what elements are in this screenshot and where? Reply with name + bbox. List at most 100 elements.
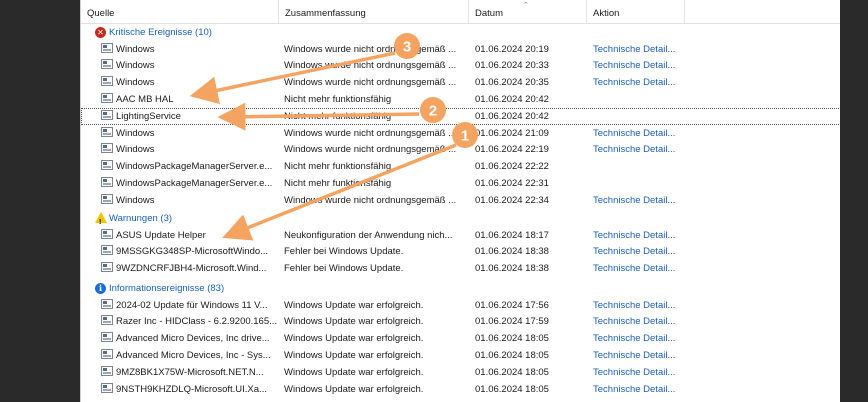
row-date: 01.06.2024 18:05 <box>475 333 549 345</box>
table-row[interactable]: Windows Windows wurde nicht ordnungsgemäß… <box>81 74 840 91</box>
row-date: 01.06.2024 20:35 <box>475 77 549 89</box>
row-date: 01.06.2024 18:38 <box>475 263 549 275</box>
table-row[interactable]: 9WZDNCRFJBH4-Microsoft.Wind... Fehler bei… <box>81 260 840 277</box>
sort-ascending-icon: ⌃ <box>523 2 529 9</box>
row-action-link[interactable]: Technische Detail... <box>593 192 703 209</box>
table-row[interactable]: 9MSSGKG348SP-MicrosoftWindo... Fehler bei… <box>81 243 840 260</box>
table-row[interactable]: AAC MB HAL Nicht mehr funktionsfähig 01.06… <box>81 91 840 108</box>
table-row[interactable]: 9MZ8BK1X75W-Microsoft.NET.N... Windows Up… <box>81 364 840 381</box>
group-critical[interactable]: ✕ Kritische Ereignisse (10) <box>81 24 840 41</box>
row-source-text: WindowsPackageManagerServer.e... <box>116 177 273 189</box>
table-row[interactable]: LightingService Nicht mehr funktionsfähig… <box>81 107 840 125</box>
table-row[interactable]: Advanced Micro Devices, Inc - Sys... Wind… <box>81 347 840 364</box>
row-action-link[interactable] <box>593 91 703 108</box>
warning-icon: ! <box>95 212 107 226</box>
row-date: 01.06.2024 17:59 <box>475 316 549 328</box>
row-source-text: 9MZ8BK1X75W-Microsoft.NET.N... <box>116 366 264 378</box>
row-source: Windows <box>101 74 279 91</box>
row-action-link[interactable]: Technische Detail... <box>593 74 703 91</box>
row-date: 01.06.2024 21:09 <box>475 127 549 139</box>
table-row[interactable]: Razer Inc - HIDClass - 6.2.9200.165... Wi… <box>81 313 840 330</box>
row-action-link[interactable]: Technische Detail... <box>593 57 703 74</box>
row-summary: Nicht mehr funktionsfähig <box>284 110 392 122</box>
row-source: Razer Inc - HIDClass - 6.2.9200.165... <box>101 313 279 330</box>
application-icon <box>101 315 113 326</box>
row-date: 01.06.2024 18:17 <box>475 229 549 241</box>
row-source: 9NSTH9KHZDLQ-Microsoft.UI.Xa... <box>101 381 279 398</box>
row-summary: Windows wurde nicht ordnungsgemäß ... <box>284 43 457 55</box>
right-dark-background <box>840 0 868 402</box>
row-action-link[interactable] <box>593 108 703 125</box>
row-date: 01.06.2024 20:19 <box>475 43 549 55</box>
row-action-link[interactable]: Technische Detail... <box>593 330 703 347</box>
column-action[interactable]: Aktion <box>587 0 685 23</box>
table-row[interactable]: 9NSTH9KHZDLQ-Microsoft.UI.Xa... Windows U… <box>81 381 840 398</box>
row-source: Windows <box>101 41 279 58</box>
row-source-text: Windows <box>116 77 155 89</box>
row-source-text: Windows <box>116 127 155 139</box>
row-source: 9MSSGKG348SP-MicrosoftWindo... <box>101 243 279 260</box>
row-date: 01.06.2024 20:33 <box>475 60 549 72</box>
row-action-link[interactable] <box>593 158 703 175</box>
table-row[interactable]: WindowsPackageManagerServer.e... Nicht me… <box>81 158 840 175</box>
table-row[interactable]: Windows Windows wurde nicht ordnungsgemäß… <box>81 125 840 142</box>
row-date: 01.06.2024 20:42 <box>475 93 549 105</box>
row-source: 9WZDNCRFJBH4-Microsoft.Wind... <box>101 260 279 277</box>
application-icon <box>101 228 113 239</box>
row-source-text: 9NSTH9KHZDLQ-Microsoft.UI.Xa... <box>116 383 267 395</box>
application-icon <box>101 126 113 137</box>
row-source-text: LightingService <box>116 110 181 122</box>
error-icon: ✕ <box>95 27 106 38</box>
table-row[interactable]: WindowsPackageManagerServer.e... Nicht me… <box>81 175 840 192</box>
row-source: Windows <box>101 141 279 158</box>
row-source-text: AAC MB HAL <box>116 93 174 105</box>
row-date: 01.06.2024 22:19 <box>475 144 549 156</box>
group-warnings-label: Warnungen (3) <box>109 213 173 224</box>
table-row[interactable]: Windows Windows wurde nicht ordnungsgemäß… <box>81 141 840 158</box>
row-action-link[interactable]: Technische Detail... <box>593 381 703 398</box>
row-action-link[interactable] <box>593 175 703 192</box>
row-action-link[interactable]: Technische Detail... <box>593 141 703 158</box>
group-info[interactable]: i Informationsereignisse (83) <box>81 280 840 297</box>
row-action-link[interactable]: Technische Detail... <box>593 227 703 244</box>
application-icon <box>101 382 113 393</box>
application-icon <box>101 332 113 343</box>
application-icon <box>101 176 113 187</box>
row-action-link[interactable]: Technische Detail... <box>593 260 703 277</box>
row-action-link[interactable]: Technische Detail... <box>593 364 703 381</box>
column-source[interactable]: Quelle <box>81 0 279 23</box>
group-warnings[interactable]: ! Warnungen (3) <box>81 210 840 227</box>
application-icon <box>101 193 113 204</box>
table-row[interactable]: Advanced Micro Devices, Inc drive... Wind… <box>81 330 840 347</box>
row-summary: Windows wurde nicht ordnungsgemäß ... <box>284 194 457 206</box>
row-action-link[interactable]: Technische Detail... <box>593 313 703 330</box>
application-icon <box>101 42 113 53</box>
row-action-link[interactable]: Technische Detail... <box>593 41 703 58</box>
table-row[interactable]: Windows Windows wurde nicht ordnungsgemäß… <box>81 57 840 74</box>
row-summary: Neukonfiguration der Anwendung nich... <box>284 229 453 241</box>
column-summary[interactable]: Zusammenfassung <box>279 0 469 23</box>
row-source-text: Windows <box>116 144 155 156</box>
application-icon <box>101 92 113 103</box>
table-row[interactable]: Windows Windows wurde nicht ordnungsgemäß… <box>81 192 840 209</box>
application-icon <box>101 160 113 171</box>
row-summary: Windows Update war erfolgreich. <box>284 333 424 345</box>
row-source: 2024-02 Update für Windows 11 V... <box>101 297 279 314</box>
row-source: AAC MB HAL <box>101 91 279 108</box>
row-source: Windows <box>101 125 279 142</box>
row-action-link[interactable]: Technische Detail... <box>593 243 703 260</box>
row-summary: Windows Update war erfolgreich. <box>284 366 424 378</box>
row-action-link[interactable]: Technische Detail... <box>593 297 703 314</box>
table-row[interactable]: 2024-02 Update für Windows 11 V... Window… <box>81 297 840 314</box>
row-action-link[interactable]: Technische Detail... <box>593 347 703 364</box>
reliability-report-list: Quelle Zusammenfassung Datum Aktion ⌃ ✕ … <box>80 0 840 402</box>
application-icon <box>101 143 113 154</box>
table-row[interactable]: ASUS Update Helper Neukonfiguration der A… <box>81 227 840 244</box>
row-summary: Fehler bei Windows Update. <box>284 263 404 275</box>
row-summary: Windows wurde nicht ordnungsgemäß ... <box>284 77 457 89</box>
row-action-link[interactable]: Technische Detail... <box>593 125 703 142</box>
row-source-text: Advanced Micro Devices, Inc drive... <box>116 333 270 345</box>
row-summary: Windows Update war erfolgreich. <box>284 383 424 395</box>
table-row[interactable]: Windows Windows wurde nicht ordnungsgemäß… <box>81 41 840 58</box>
row-source-text: ASUS Update Helper <box>116 229 206 241</box>
